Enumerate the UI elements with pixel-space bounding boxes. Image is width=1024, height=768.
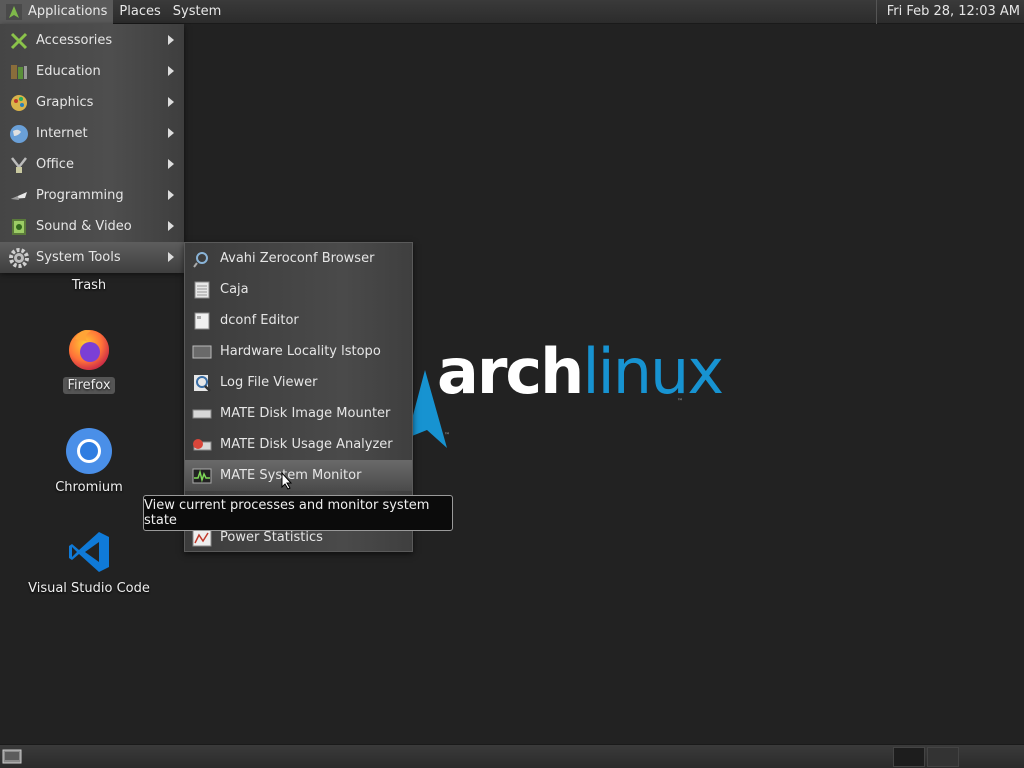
vscode-icon <box>69 532 109 572</box>
avahi-icon <box>192 249 212 269</box>
menu-item-label: Internet <box>36 126 88 141</box>
menu-item-education[interactable]: Education <box>0 56 184 87</box>
workspace-1[interactable] <box>893 747 925 767</box>
menu-item-label: Sound & Video <box>36 219 132 234</box>
accessories-icon <box>8 30 30 52</box>
menu-item-log-viewer[interactable]: Log File Viewer <box>185 367 412 398</box>
menu-item-label: Graphics <box>36 95 94 110</box>
menu-item-sound-video[interactable]: Sound & Video <box>0 211 184 242</box>
submenu-arrow-icon <box>168 159 174 169</box>
desktop-icon-label: Chromium <box>55 480 123 495</box>
submenu-arrow-icon <box>168 221 174 231</box>
applications-label: Applications <box>28 4 108 19</box>
desktop-icon-label: Visual Studio Code <box>28 581 150 596</box>
menu-item-label: MATE Disk Image Mounter <box>220 406 391 421</box>
menu-item-label: Office <box>36 157 74 172</box>
office-icon <box>8 154 30 176</box>
submenu-arrow-icon <box>168 97 174 107</box>
menu-item-caja[interactable]: Caja <box>185 274 412 305</box>
workspace-2[interactable] <box>927 747 959 767</box>
submenu-arrow-icon <box>168 35 174 45</box>
system-menu-button[interactable]: System <box>167 0 227 24</box>
menu-item-programming[interactable]: Programming <box>0 180 184 211</box>
submenu-arrow-icon <box>168 252 174 262</box>
disk-usage-icon <box>192 435 212 455</box>
menu-item-label: Power Statistics <box>220 530 323 545</box>
menu-item-label: Caja <box>220 282 249 297</box>
submenu-arrow-icon <box>168 66 174 76</box>
desktop-icon-chromium[interactable]: Chromium <box>24 427 154 496</box>
places-label: Places <box>119 4 161 19</box>
system-label: System <box>172 4 222 19</box>
menu-item-label: Hardware Locality lstopo <box>220 344 381 359</box>
system-tools-icon <box>8 247 30 269</box>
desktop-icon-firefox[interactable]: Firefox <box>24 325 154 394</box>
log-viewer-icon <box>192 373 212 393</box>
arch-logo-icon <box>6 3 22 20</box>
menu-item-office[interactable]: Office <box>0 149 184 180</box>
applications-menu-button[interactable]: Applications <box>0 0 114 24</box>
disk-mounter-icon <box>192 404 212 424</box>
clock[interactable]: Fri Feb 28, 12:03 AM <box>875 0 1024 24</box>
lstopo-icon <box>192 342 212 362</box>
desktop-icon-label: Firefox <box>63 377 115 394</box>
menu-item-avahi[interactable]: Avahi Zeroconf Browser <box>185 243 412 274</box>
submenu-arrow-icon <box>168 128 174 138</box>
submenu-arrow-icon <box>168 190 174 200</box>
sound-video-icon <box>8 216 30 238</box>
tooltip: View current processes and monitor syste… <box>143 495 453 531</box>
education-icon <box>8 61 30 83</box>
menu-item-label: Avahi Zeroconf Browser <box>220 251 375 266</box>
arch-text-light: linux <box>582 335 724 408</box>
applications-menu: Accessories Education Graphics Internet … <box>0 24 184 273</box>
programming-icon <box>8 185 30 207</box>
menu-item-system-monitor[interactable]: MATE System Monitor <box>185 460 412 491</box>
menu-item-label: Log File Viewer <box>220 375 318 390</box>
desktop-icon-label: Trash <box>71 278 107 293</box>
menu-item-accessories[interactable]: Accessories <box>0 25 184 56</box>
menu-item-internet[interactable]: Internet <box>0 118 184 149</box>
desktop-icon-trash[interactable]: Trash <box>24 277 154 294</box>
trademark-mark: ™ <box>677 398 683 405</box>
mouse-cursor-icon <box>281 472 293 490</box>
trademark-mark: ™ <box>444 432 450 439</box>
dconf-icon <box>192 311 212 331</box>
desktop-icon-vscode[interactable]: Visual Studio Code <box>24 528 154 597</box>
system-monitor-icon <box>192 466 212 486</box>
caja-icon <box>192 280 212 300</box>
bottom-panel <box>0 744 1024 768</box>
menu-item-dconf[interactable]: dconf Editor <box>185 305 412 336</box>
menu-item-lstopo[interactable]: Hardware Locality lstopo <box>185 336 412 367</box>
internet-icon <box>8 123 30 145</box>
top-panel: Applications Places System Fri Feb 28, 1… <box>0 0 1024 24</box>
arch-text-bold: arch <box>437 335 584 408</box>
menu-item-label: System Tools <box>36 250 121 265</box>
graphics-icon <box>8 92 30 114</box>
show-desktop-icon[interactable] <box>2 748 22 765</box>
menu-item-disk-mounter[interactable]: MATE Disk Image Mounter <box>185 398 412 429</box>
menu-item-graphics[interactable]: Graphics <box>0 87 184 118</box>
menu-item-label: Programming <box>36 188 124 203</box>
menu-item-label: MATE Disk Usage Analyzer <box>220 437 393 452</box>
menu-item-label: dconf Editor <box>220 313 299 328</box>
menu-item-label: Education <box>36 64 101 79</box>
menu-item-label: Accessories <box>36 33 113 48</box>
firefox-icon <box>69 330 109 370</box>
menu-item-disk-usage[interactable]: MATE Disk Usage Analyzer <box>185 429 412 460</box>
chromium-icon <box>66 428 112 474</box>
menu-item-system-tools[interactable]: System Tools <box>0 242 184 273</box>
places-menu-button[interactable]: Places <box>113 0 166 24</box>
